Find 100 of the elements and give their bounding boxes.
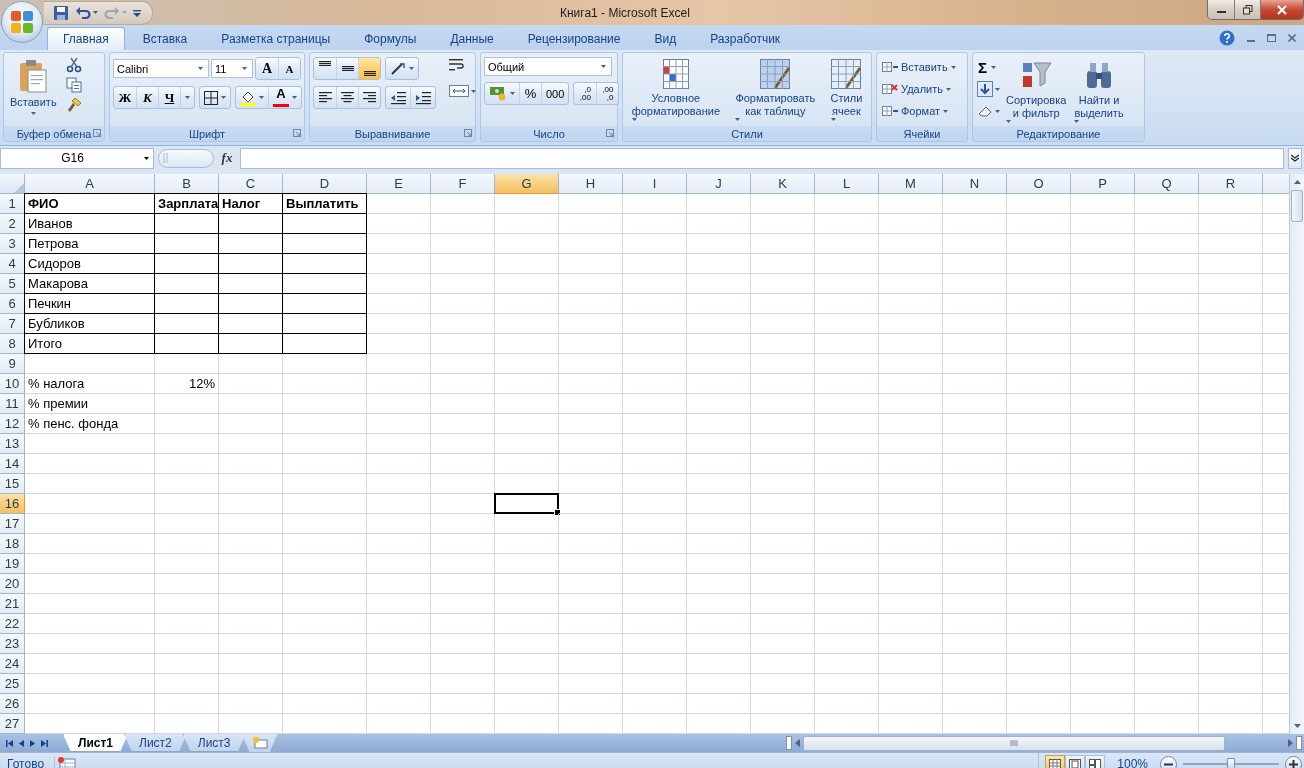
sheet-tab[interactable]: Лист3 — [182, 734, 246, 752]
zoom-in-button[interactable] — [1285, 755, 1302, 768]
record-macro-icon[interactable] — [55, 756, 78, 768]
increase-decimal-button[interactable]: ,0 ,00 — [574, 83, 597, 104]
scroll-right-icon[interactable] — [1288, 739, 1293, 747]
row-header[interactable]: 20 — [0, 574, 25, 594]
paste-button[interactable]: Вставить — [7, 57, 60, 117]
ribbon-tab[interactable]: Рецензирование — [511, 27, 637, 50]
decrease-decimal-button[interactable]: ,00 ,0 — [596, 83, 619, 104]
ribbon-tab[interactable]: Формулы — [348, 27, 433, 50]
active-cell[interactable] — [494, 493, 559, 514]
dialog-launcher-icon[interactable] — [93, 129, 101, 137]
font-color-button[interactable]: A — [268, 87, 301, 108]
thousands-button[interactable]: 000 — [541, 83, 569, 104]
styles-button[interactable]: Условное форматирование — [628, 57, 723, 123]
row-header[interactable]: 12 — [0, 414, 25, 434]
split-handle-icon[interactable] — [786, 736, 792, 750]
fill-down-icon[interactable] — [977, 81, 993, 97]
autosum-button[interactable]: Σ — [976, 57, 998, 77]
column-header[interactable]: K — [751, 174, 815, 194]
styles-button[interactable]: Стили ячеек — [827, 57, 866, 123]
column-header[interactable]: P — [1071, 174, 1135, 194]
row-header[interactable]: 25 — [0, 674, 25, 694]
formula-input[interactable] — [240, 147, 1284, 169]
row-header[interactable]: 13 — [0, 434, 25, 454]
view-button[interactable] — [1065, 755, 1086, 768]
minimize-button[interactable] — [1208, 0, 1234, 19]
vertical-align-button[interactable] — [358, 58, 380, 79]
column-header[interactable]: B — [155, 174, 219, 194]
styles-button[interactable]: Форматировать как таблицу — [732, 57, 819, 123]
row-header[interactable]: 10 — [0, 374, 25, 394]
ribbon-tab[interactable]: Вставка — [126, 27, 204, 50]
scroll-thumb[interactable] — [1291, 190, 1303, 222]
bold-button[interactable]: Ж — [114, 87, 136, 108]
next-sheet-icon[interactable] — [30, 739, 35, 747]
row-header[interactable]: 1 — [0, 194, 25, 214]
eraser-icon[interactable] — [977, 104, 993, 118]
customize-icon[interactable] — [133, 8, 141, 17]
row-header[interactable]: 7 — [0, 314, 25, 334]
restore-icon[interactable] — [1267, 33, 1276, 42]
split-handle-icon[interactable] — [1296, 736, 1302, 750]
cells-button[interactable]: Удалить — [880, 79, 953, 99]
column-header[interactable]: E — [367, 174, 431, 194]
expand-formula-button[interactable] — [1288, 147, 1302, 169]
row-header[interactable]: 26 — [0, 694, 25, 714]
name-box[interactable]: G16 — [0, 147, 154, 169]
row-header[interactable]: 17 — [0, 514, 25, 534]
row-header[interactable]: 27 — [0, 714, 25, 734]
row-header[interactable]: 21 — [0, 594, 25, 614]
cells-button[interactable]: Вставить — [880, 57, 958, 77]
ribbon-tab[interactable]: Разметка страницы — [205, 27, 347, 50]
column-header[interactable]: L — [815, 174, 879, 194]
column-header[interactable]: G — [495, 174, 559, 194]
row-header[interactable]: 23 — [0, 634, 25, 654]
close-button[interactable] — [1260, 0, 1303, 19]
row-header[interactable]: 11 — [0, 394, 25, 414]
first-sheet-icon[interactable] — [6, 739, 13, 747]
column-header[interactable]: D — [283, 174, 367, 194]
row-header[interactable]: 24 — [0, 654, 25, 674]
shrink-font-button[interactable]: A — [278, 58, 300, 79]
underline-button[interactable]: Ч — [158, 87, 180, 108]
row-header[interactable]: 3 — [0, 234, 25, 254]
row-header[interactable]: 22 — [0, 614, 25, 634]
column-header[interactable]: A — [25, 174, 155, 194]
row-header[interactable]: 6 — [0, 294, 25, 314]
horizontal-scroll-thumb[interactable] — [803, 735, 1225, 751]
office-button[interactable] — [1, 1, 43, 43]
row-header[interactable]: 14 — [0, 454, 25, 474]
wrap-text-icon[interactable] — [448, 57, 466, 73]
column-header[interactable]: I — [623, 174, 687, 194]
view-button[interactable] — [1045, 755, 1066, 768]
font-name-select[interactable]: Calibri — [113, 59, 209, 78]
borders-button[interactable] — [199, 86, 231, 109]
column-header[interactable]: R — [1199, 174, 1263, 194]
column-header[interactable]: N — [943, 174, 1007, 194]
orientation-button[interactable] — [385, 57, 419, 80]
column-header[interactable]: F — [431, 174, 495, 194]
dialog-launcher-icon[interactable] — [464, 129, 472, 137]
restore-button[interactable] — [1234, 0, 1260, 19]
row-header[interactable]: 19 — [0, 554, 25, 574]
zoom-level[interactable]: 100% — [1117, 757, 1148, 768]
zoom-thumb[interactable] — [1227, 757, 1235, 768]
row-header[interactable]: 4 — [0, 254, 25, 274]
editing-button[interactable]: Сортировка и фильтр — [1003, 57, 1070, 125]
row-header[interactable]: 5 — [0, 274, 25, 294]
close-icon[interactable] — [1288, 33, 1296, 42]
ribbon-tab[interactable]: Главная — [47, 27, 125, 50]
ribbon-tab[interactable]: Вид — [638, 27, 693, 50]
row-header[interactable]: 9 — [0, 354, 25, 374]
font-size-select[interactable]: 11 — [211, 59, 253, 78]
cells-button[interactable]: Формат — [880, 101, 951, 121]
column-header[interactable]: H — [559, 174, 623, 194]
help-icon[interactable] — [1219, 29, 1235, 46]
italic-button[interactable]: К — [136, 87, 158, 108]
column-header[interactable]: M — [879, 174, 943, 194]
sheet-tab[interactable]: Лист2 — [124, 734, 187, 752]
insert-function-button[interactable]: fx — [218, 150, 236, 166]
copy-icon[interactable] — [65, 77, 82, 93]
row-header[interactable]: 18 — [0, 534, 25, 554]
last-sheet-icon[interactable] — [41, 739, 48, 747]
